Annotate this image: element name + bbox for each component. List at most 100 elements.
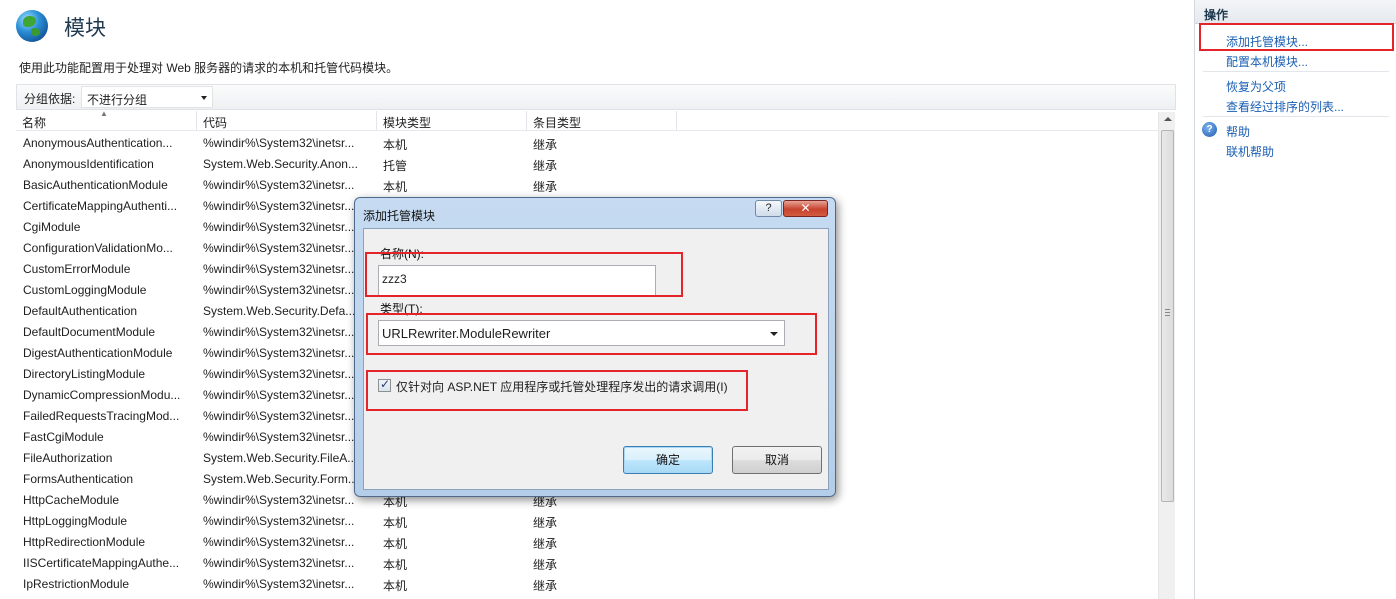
table-cell: 继承: [533, 180, 558, 194]
revert-to-parent-link[interactable]: 恢复为父项: [1226, 78, 1286, 95]
table-cell: 托管: [383, 159, 408, 173]
table-cell: IISCertificateMappingAuthe...: [23, 556, 180, 570]
table-cell: HttpCacheModule: [23, 493, 120, 507]
table-row[interactable]: IISCertificateMappingAuthe... %windir%\Sy…: [16, 553, 1158, 574]
online-help-link[interactable]: 联机帮助: [1226, 143, 1274, 160]
table-cell: %windir%\System32\inetsr...: [203, 262, 355, 276]
table-cell: FailedRequestsTracingMod...: [23, 409, 180, 423]
table-cell: BasicAuthenticationModule: [23, 178, 168, 192]
highlight-box: [366, 313, 817, 355]
table-row[interactable]: HttpLoggingModule %windir%\System32\inets…: [16, 511, 1158, 532]
table-cell: 继承: [533, 537, 558, 551]
scroll-up-icon[interactable]: [1164, 117, 1172, 121]
table-cell: AnonymousAuthentication...: [23, 136, 173, 150]
table-cell: %windir%\System32\inetsr...: [203, 199, 355, 213]
actions-pane: 操作 添加托管模块... 配置本机模块... 恢复为父项 查看经过排序的列表..…: [1194, 0, 1396, 599]
table-cell: DefaultAuthentication: [23, 304, 138, 318]
table-cell: %windir%\System32\inetsr...: [203, 367, 355, 381]
table-row[interactable]: BasicAuthenticationModule %windir%\System…: [16, 175, 1158, 196]
dialog-close-button[interactable]: ✕: [783, 200, 828, 217]
ok-button[interactable]: 确定: [623, 446, 713, 474]
table-cell: 继承: [533, 138, 558, 152]
table-cell: 继承: [533, 579, 558, 593]
table-cell: 继承: [533, 159, 558, 173]
table-cell: %windir%\System32\inetsr...: [203, 409, 355, 423]
vertical-scrollbar[interactable]: [1158, 112, 1175, 599]
column-header-label: 条目类型: [533, 116, 582, 130]
list-header: 名称 ▲ 代码 模块类型 条目类型: [16, 109, 1174, 131]
group-by-label: 分组依据:: [24, 92, 76, 106]
table-cell: %windir%\System32\inetsr...: [203, 430, 355, 444]
help-icon: ?: [1202, 122, 1217, 137]
table-cell: %windir%\System32\inetsr...: [203, 283, 355, 297]
table-row[interactable]: AnonymousAuthentication... %windir%\Syste…: [16, 133, 1158, 154]
table-cell: %windir%\System32\inetsr...: [203, 220, 355, 234]
table-cell: 继承: [533, 558, 558, 572]
table-cell: %windir%\System32\inetsr...: [203, 241, 355, 255]
table-cell: ConfigurationValidationMo...: [23, 241, 173, 255]
table-cell: IpRestrictionModule: [23, 577, 130, 591]
group-toolbar: 分组依据: 不进行分组: [16, 84, 1176, 110]
table-cell: FormsAuthentication: [23, 472, 134, 486]
column-header-label: 名称: [22, 116, 47, 130]
column-header-label: 代码: [203, 116, 228, 130]
table-cell: 本机: [383, 180, 408, 194]
table-cell: HttpLoggingModule: [23, 514, 128, 528]
table-cell: DefaultDocumentModule: [23, 325, 156, 339]
table-cell: %windir%\System32\inetsr...: [203, 514, 355, 528]
column-header-label: 模块类型: [383, 116, 432, 130]
table-cell: CustomLoggingModule: [23, 283, 147, 297]
scrollbar-thumb[interactable]: [1161, 130, 1174, 502]
column-header-code[interactable]: 代码: [197, 111, 377, 131]
table-cell: FastCgiModule: [23, 430, 104, 444]
table-cell: CustomErrorModule: [23, 262, 131, 276]
page-title: 模块: [64, 17, 106, 40]
sort-ascending-icon: ▲: [100, 109, 108, 118]
table-row[interactable]: AnonymousIdentification System.Web.Securi…: [16, 154, 1158, 175]
table-cell: System.Web.Security.Defa...: [203, 304, 356, 318]
table-cell: 本机: [383, 537, 408, 551]
table-cell: %windir%\System32\inetsr...: [203, 388, 355, 402]
dialog-help-button[interactable]: ?: [755, 200, 782, 217]
column-header-name[interactable]: 名称 ▲: [16, 109, 197, 131]
view-ordered-list-link[interactable]: 查看经过排序的列表...: [1226, 98, 1344, 115]
table-cell: HttpRedirectionModule: [23, 535, 146, 549]
grip-icon: [1165, 309, 1170, 316]
group-by-select[interactable]: 不进行分组: [81, 86, 213, 108]
divider: [1203, 116, 1389, 117]
table-cell: 继承: [533, 516, 558, 530]
configure-native-modules-link[interactable]: 配置本机模块...: [1226, 53, 1308, 70]
table-cell: AnonymousIdentification: [23, 157, 154, 171]
chevron-down-icon: [201, 96, 207, 100]
table-cell: 本机: [383, 516, 408, 530]
table-cell: FileAuthorization: [23, 451, 113, 465]
table-cell: 本机: [383, 558, 408, 572]
help-link[interactable]: 帮助: [1226, 123, 1250, 140]
table-cell: DigestAuthenticationModule: [23, 346, 173, 360]
add-managed-module-link[interactable]: 添加托管模块...: [1226, 33, 1308, 50]
table-cell: %windir%\System32\inetsr...: [203, 136, 355, 150]
table-cell: 本机: [383, 138, 408, 152]
table-cell: %windir%\System32\inetsr...: [203, 325, 355, 339]
table-cell: DynamicCompressionModu...: [23, 388, 181, 402]
table-cell: CertificateMappingAuthenti...: [23, 199, 178, 213]
table-cell: System.Web.Security.Anon...: [203, 157, 358, 171]
highlight-box: [366, 370, 748, 411]
table-cell: %windir%\System32\inetsr...: [203, 556, 355, 570]
cancel-button[interactable]: 取消: [732, 446, 822, 474]
column-header-module-type[interactable]: 模块类型: [377, 111, 527, 131]
table-row[interactable]: IpRestrictionModule %windir%\System32\ine…: [16, 574, 1158, 595]
actions-title: 操作: [1195, 0, 1396, 24]
table-cell: System.Web.Security.FileA...: [203, 451, 358, 465]
table-row[interactable]: HttpRedirectionModule %windir%\System32\i…: [16, 532, 1158, 553]
highlight-box: [365, 252, 683, 297]
column-header-entry-type[interactable]: 条目类型: [527, 111, 677, 131]
group-by-value: 不进行分组: [87, 93, 148, 107]
table-cell: %windir%\System32\inetsr...: [203, 577, 355, 591]
table-cell: %windir%\System32\inetsr...: [203, 178, 355, 192]
table-cell: DirectoryListingModule: [23, 367, 146, 381]
table-cell: %windir%\System32\inetsr...: [203, 535, 355, 549]
page-description: 使用此功能配置用于处理对 Web 服务器的请求的本机和托管代码模块。: [19, 61, 399, 75]
table-cell: System.Web.Security.Form...: [203, 472, 358, 486]
table-cell: %windir%\System32\inetsr...: [203, 493, 355, 507]
